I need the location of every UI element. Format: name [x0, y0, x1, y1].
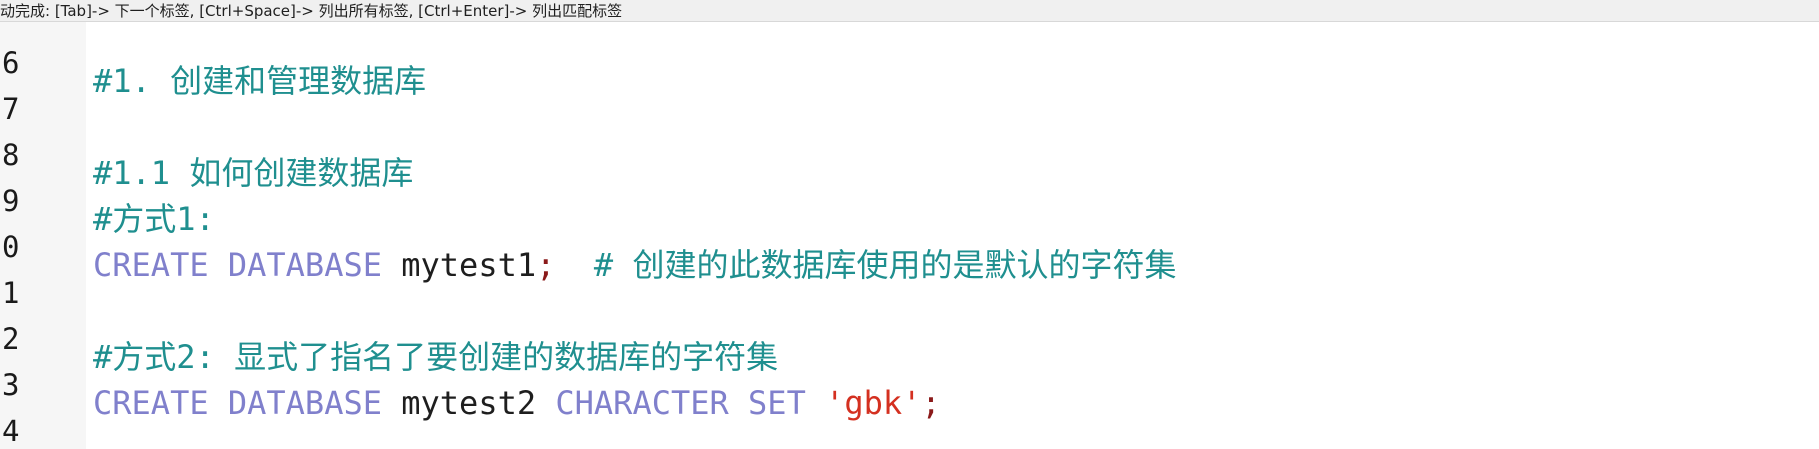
- code-line[interactable]: 3 CREATE DATABASE mytest2 CHARACTER SET …: [0, 344, 1819, 422]
- code-line[interactable]: 2 #方式2: 显式了指名了要创建的数据库的字符集: [0, 298, 1819, 376]
- sql-editor[interactable]: 动完成: [Tab]-> 下一个标签, [Ctrl+Space]-> 列出所有标…: [0, 0, 1819, 449]
- code-line[interactable]: 8 #1.1 如何创建数据库: [0, 114, 1819, 192]
- code-line[interactable]: 1: [0, 252, 1819, 310]
- code-line[interactable]: 4: [0, 390, 1819, 448]
- code-line[interactable]: 6 #1. 创建和管理数据库: [0, 22, 1819, 100]
- code-line[interactable]: 0 CREATE DATABASE mytest1; # 创建的此数据库使用的是…: [0, 206, 1819, 284]
- line-number: 4: [2, 414, 20, 448]
- autocomplete-hint-text: 动完成: [Tab]-> 下一个标签, [Ctrl+Space]-> 列出所有标…: [0, 2, 623, 20]
- code-line[interactable]: 9 #方式1:: [0, 160, 1819, 238]
- code-area[interactable]: 6 #1. 创建和管理数据库 7 8 #1.1 如何创建数据库 9 #方式1: …: [0, 22, 1819, 449]
- autocomplete-hint-bar: 动完成: [Tab]-> 下一个标签, [Ctrl+Space]-> 列出所有标…: [0, 0, 1819, 22]
- code-line[interactable]: 7: [0, 68, 1819, 126]
